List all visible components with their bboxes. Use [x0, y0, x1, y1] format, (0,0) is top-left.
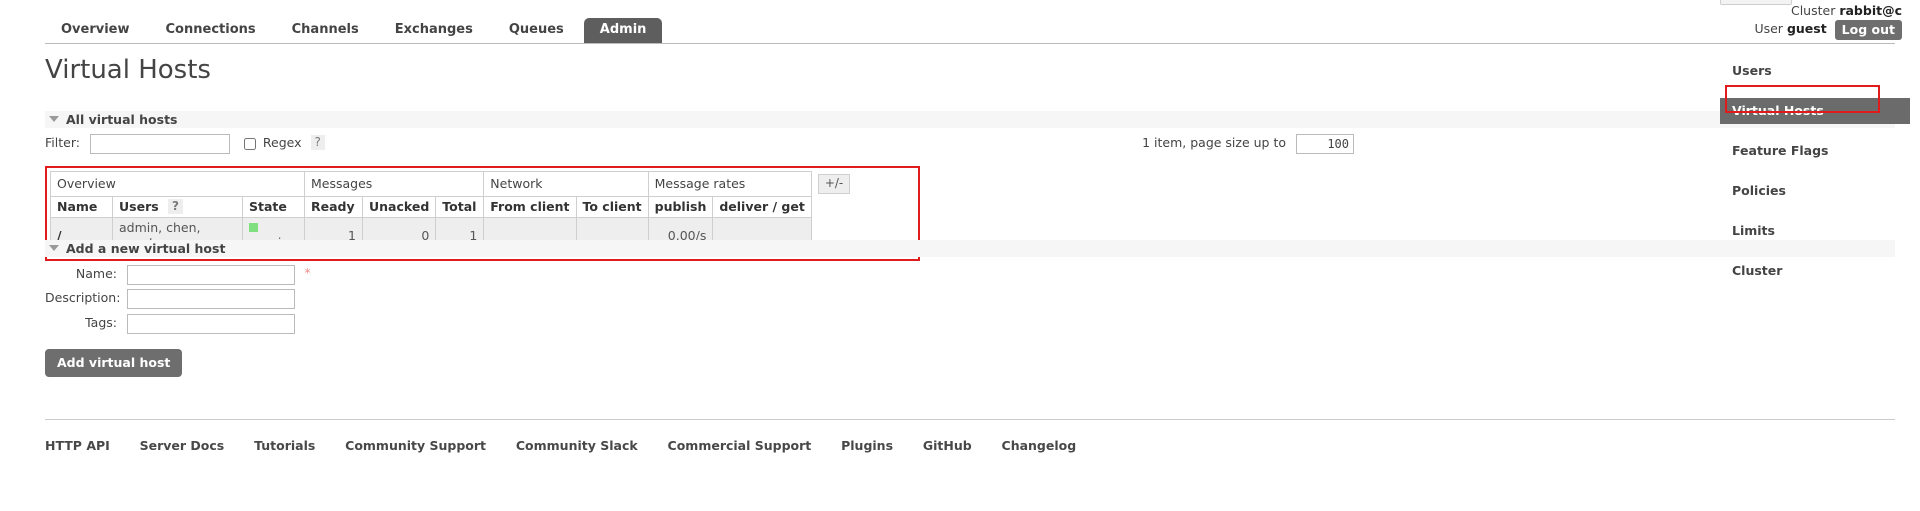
footer-divider — [45, 419, 1895, 420]
footer-link-community-slack[interactable]: Community Slack — [516, 438, 638, 453]
footer-link-commercial-support[interactable]: Commercial Support — [668, 438, 812, 453]
column-header-unacked[interactable]: Unacked — [361, 196, 437, 218]
column-header-users[interactable]: Users ? — [112, 196, 243, 218]
footer-link-changelog[interactable]: Changelog — [1002, 438, 1077, 453]
footer-link-github[interactable]: GitHub — [923, 438, 972, 453]
tags-label: Tags: — [85, 315, 117, 330]
group-header-network: Network — [483, 171, 649, 197]
form-row-description: Description: — [45, 287, 311, 309]
column-header-publish[interactable]: publish — [647, 196, 714, 218]
footer-link-http-api[interactable]: HTTP API — [45, 438, 110, 453]
footer-link-community-support[interactable]: Community Support — [345, 438, 486, 453]
table-column-header-row: Name Users ? State Ready Unacked Total F… — [50, 196, 870, 218]
footer-link-server-docs[interactable]: Server Docs — [140, 438, 225, 453]
column-header-deliver-get[interactable]: deliver / get — [712, 196, 812, 218]
sidebar-item-limits[interactable]: Limits — [1720, 218, 1920, 244]
tab-admin[interactable]: Admin — [583, 18, 663, 43]
cluster-label: Cluster — [1790, 3, 1836, 18]
column-header-name[interactable]: Name — [50, 196, 113, 218]
regex-label: Regex — [262, 135, 302, 150]
nav-tab-queues[interactable]: Queues — [493, 18, 580, 43]
status-running-icon — [249, 223, 258, 232]
sidebar-item-feature-flags[interactable]: Feature Flags — [1720, 138, 1920, 164]
column-header-ready[interactable]: Ready — [304, 196, 363, 218]
sidebar-item-cluster[interactable]: Cluster — [1720, 258, 1920, 284]
footer-link-plugins[interactable]: Plugins — [841, 438, 893, 453]
required-asterisk: * — [304, 266, 311, 280]
group-header-overview: Overview — [50, 171, 305, 197]
filter-help-icon[interactable]: ? — [310, 135, 325, 150]
footer-link-tutorials[interactable]: Tutorials — [254, 438, 315, 453]
nav-tab-exchanges[interactable]: Exchanges — [379, 18, 489, 43]
chevron-down-icon — [49, 116, 59, 122]
nav-tab-admin[interactable]: Admin — [583, 18, 663, 43]
sidebar-item-policies[interactable]: Policies — [1720, 178, 1920, 204]
filter-label: Filter: — [45, 135, 80, 150]
tab-channels[interactable]: Channels — [276, 18, 375, 43]
nav-tab-overview[interactable]: Overview — [45, 18, 146, 43]
tab-exchanges[interactable]: Exchanges — [379, 18, 489, 43]
main-nav-list: Overview Connections Channels Exchanges … — [0, 18, 1920, 43]
admin-sidebar: Users Virtual Hosts Feature Flags Polici… — [1720, 58, 1920, 288]
table-group-header-row: Overview Messages Network Message rates … — [50, 171, 870, 197]
section-header-add-virtual-host[interactable]: Add a new virtual host — [45, 240, 1895, 257]
section-label-add-virtual-host: Add a new virtual host — [66, 241, 226, 256]
column-header-total[interactable]: Total — [435, 196, 485, 218]
column-header-spacer — [811, 196, 870, 218]
add-virtual-host-button[interactable]: Add virtual host — [45, 349, 183, 377]
section-label-all-virtual-hosts: All virtual hosts — [66, 112, 178, 127]
filter-row: Filter: Regex ? — [45, 132, 325, 154]
regex-checkbox[interactable] — [243, 137, 256, 150]
columns-toggle-button[interactable]: +/- — [817, 173, 851, 194]
users-help-icon[interactable]: ? — [168, 199, 184, 214]
group-header-toggle-cell: +/- — [811, 171, 870, 197]
filter-input[interactable] — [89, 133, 230, 154]
nav-tab-connections[interactable]: Connections — [150, 18, 272, 43]
column-header-to-client[interactable]: To client — [575, 196, 649, 218]
paging-text: 1 item, page size up to — [1142, 135, 1287, 150]
sidebar-item-users[interactable]: Users — [1720, 58, 1920, 84]
tab-queues[interactable]: Queues — [493, 18, 580, 43]
form-row-tags: Tags: — [45, 312, 311, 334]
nav-divider — [45, 43, 1895, 44]
name-input[interactable] — [126, 264, 295, 285]
column-header-state[interactable]: State — [242, 196, 305, 218]
paging-summary: 1 item, page size up to — [1142, 133, 1354, 154]
add-virtual-host-form: Name: * Description: Tags: Add virtual h… — [45, 262, 311, 377]
name-label: Name: — [75, 266, 117, 281]
cluster-name: rabbit@c — [1839, 3, 1902, 18]
main-navigation: Overview Connections Channels Exchanges … — [0, 18, 1920, 44]
group-header-message-rates: Message rates — [647, 171, 812, 197]
chevron-down-icon-add — [49, 245, 59, 251]
tab-overview[interactable]: Overview — [45, 18, 146, 43]
sidebar-item-virtual-hosts[interactable]: Virtual Hosts — [1720, 98, 1910, 124]
page-title: Virtual Hosts — [45, 55, 211, 85]
footer-links: HTTP API Server Docs Tutorials Community… — [45, 438, 1102, 453]
nav-tab-channels[interactable]: Channels — [276, 18, 375, 43]
section-header-all-virtual-hosts[interactable]: All virtual hosts — [45, 111, 1895, 128]
page-size-input[interactable] — [1296, 133, 1354, 154]
description-label: Description: — [45, 290, 121, 305]
clipped-top-control — [1720, 0, 1792, 5]
column-header-from-client[interactable]: From client — [483, 196, 577, 218]
tab-connections[interactable]: Connections — [150, 18, 272, 43]
group-header-messages: Messages — [303, 171, 485, 197]
form-row-name: Name: * — [45, 262, 311, 285]
column-label-users: Users — [119, 199, 159, 214]
tags-input[interactable] — [126, 313, 295, 334]
description-input[interactable] — [126, 288, 295, 309]
